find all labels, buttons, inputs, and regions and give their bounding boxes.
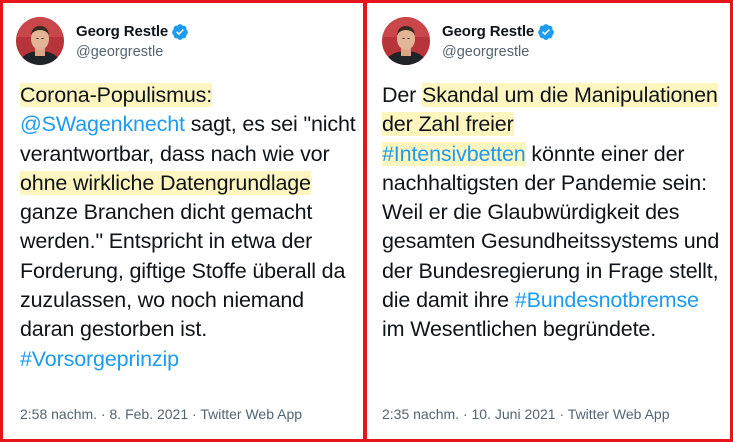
tweet-time[interactable]: 2:58 nachm. [20,406,97,422]
mention-link[interactable]: @SWagenknecht [20,112,185,136]
highlight-text: Corona-Populismus: [20,83,213,107]
tweet-text: Corona-Populismus: @SWagenknecht sagt, es… [20,81,357,374]
text-segment: Der [382,83,423,107]
highlight-text: Skandal um die Manipulationen der Zahl f… [382,83,718,137]
handle[interactable]: @georgrestle [76,44,189,60]
hashtag-link[interactable]: #Intensivbetten [382,141,526,166]
text-segment: könnte einer der nachhaltigsten der Pand… [382,141,720,313]
avatar[interactable] [382,17,430,65]
tweet-text: Der Skandal um die Manipulationen der Za… [382,81,724,345]
verified-badge-icon [171,23,189,41]
tweet-meta: 2:58 nachm. · 8. Feb. 2021 · Twitter Web… [20,406,302,422]
text-segment: im Wesentlichen begründete. [382,317,657,342]
avatar[interactable] [16,17,64,65]
meta-separator: · [97,406,110,422]
tweet-header: Georg Restle @georgrestle [16,16,189,66]
tweet-meta: 2:35 nachm. · 10. Juni 2021 · Twitter We… [382,406,669,422]
tweet-date[interactable]: 10. Juni 2021 [472,406,556,422]
meta-separator: · [555,406,568,422]
display-name[interactable]: Georg Restle [76,23,168,40]
author-names: Georg Restle @georgrestle [76,23,189,60]
tweet-header: Georg Restle @georgrestle [382,16,555,66]
display-name[interactable]: Georg Restle [442,23,534,40]
hashtag-link[interactable]: #Vorsorgeprinzip [20,347,179,371]
handle[interactable]: @georgrestle [442,44,555,60]
meta-separator: · [459,406,472,422]
name-row: Georg Restle [442,23,555,41]
highlight-text: ohne wirkliche Datengrundlage [20,170,311,195]
verified-badge-icon [537,23,555,41]
name-row: Georg Restle [76,23,189,41]
tweet-source: Twitter Web App [567,406,670,422]
tweet-time[interactable]: 2:35 nachm. [382,406,459,422]
meta-separator: · [188,406,201,422]
author-names: Georg Restle @georgrestle [442,23,555,60]
tweet-date[interactable]: 8. Feb. 2021 [110,406,189,422]
tweet-card-right: Georg Restle @georgrestle Der Skandal um… [366,0,733,442]
tweet-card-left: Georg Restle @georgrestle Corona-Populis… [0,0,366,442]
tweet-source: Twitter Web App [200,406,303,422]
text-segment: ganze Branchen dicht gemacht werden." En… [20,200,346,342]
hashtag-link[interactable]: #Bundesnotbremse [515,288,699,312]
